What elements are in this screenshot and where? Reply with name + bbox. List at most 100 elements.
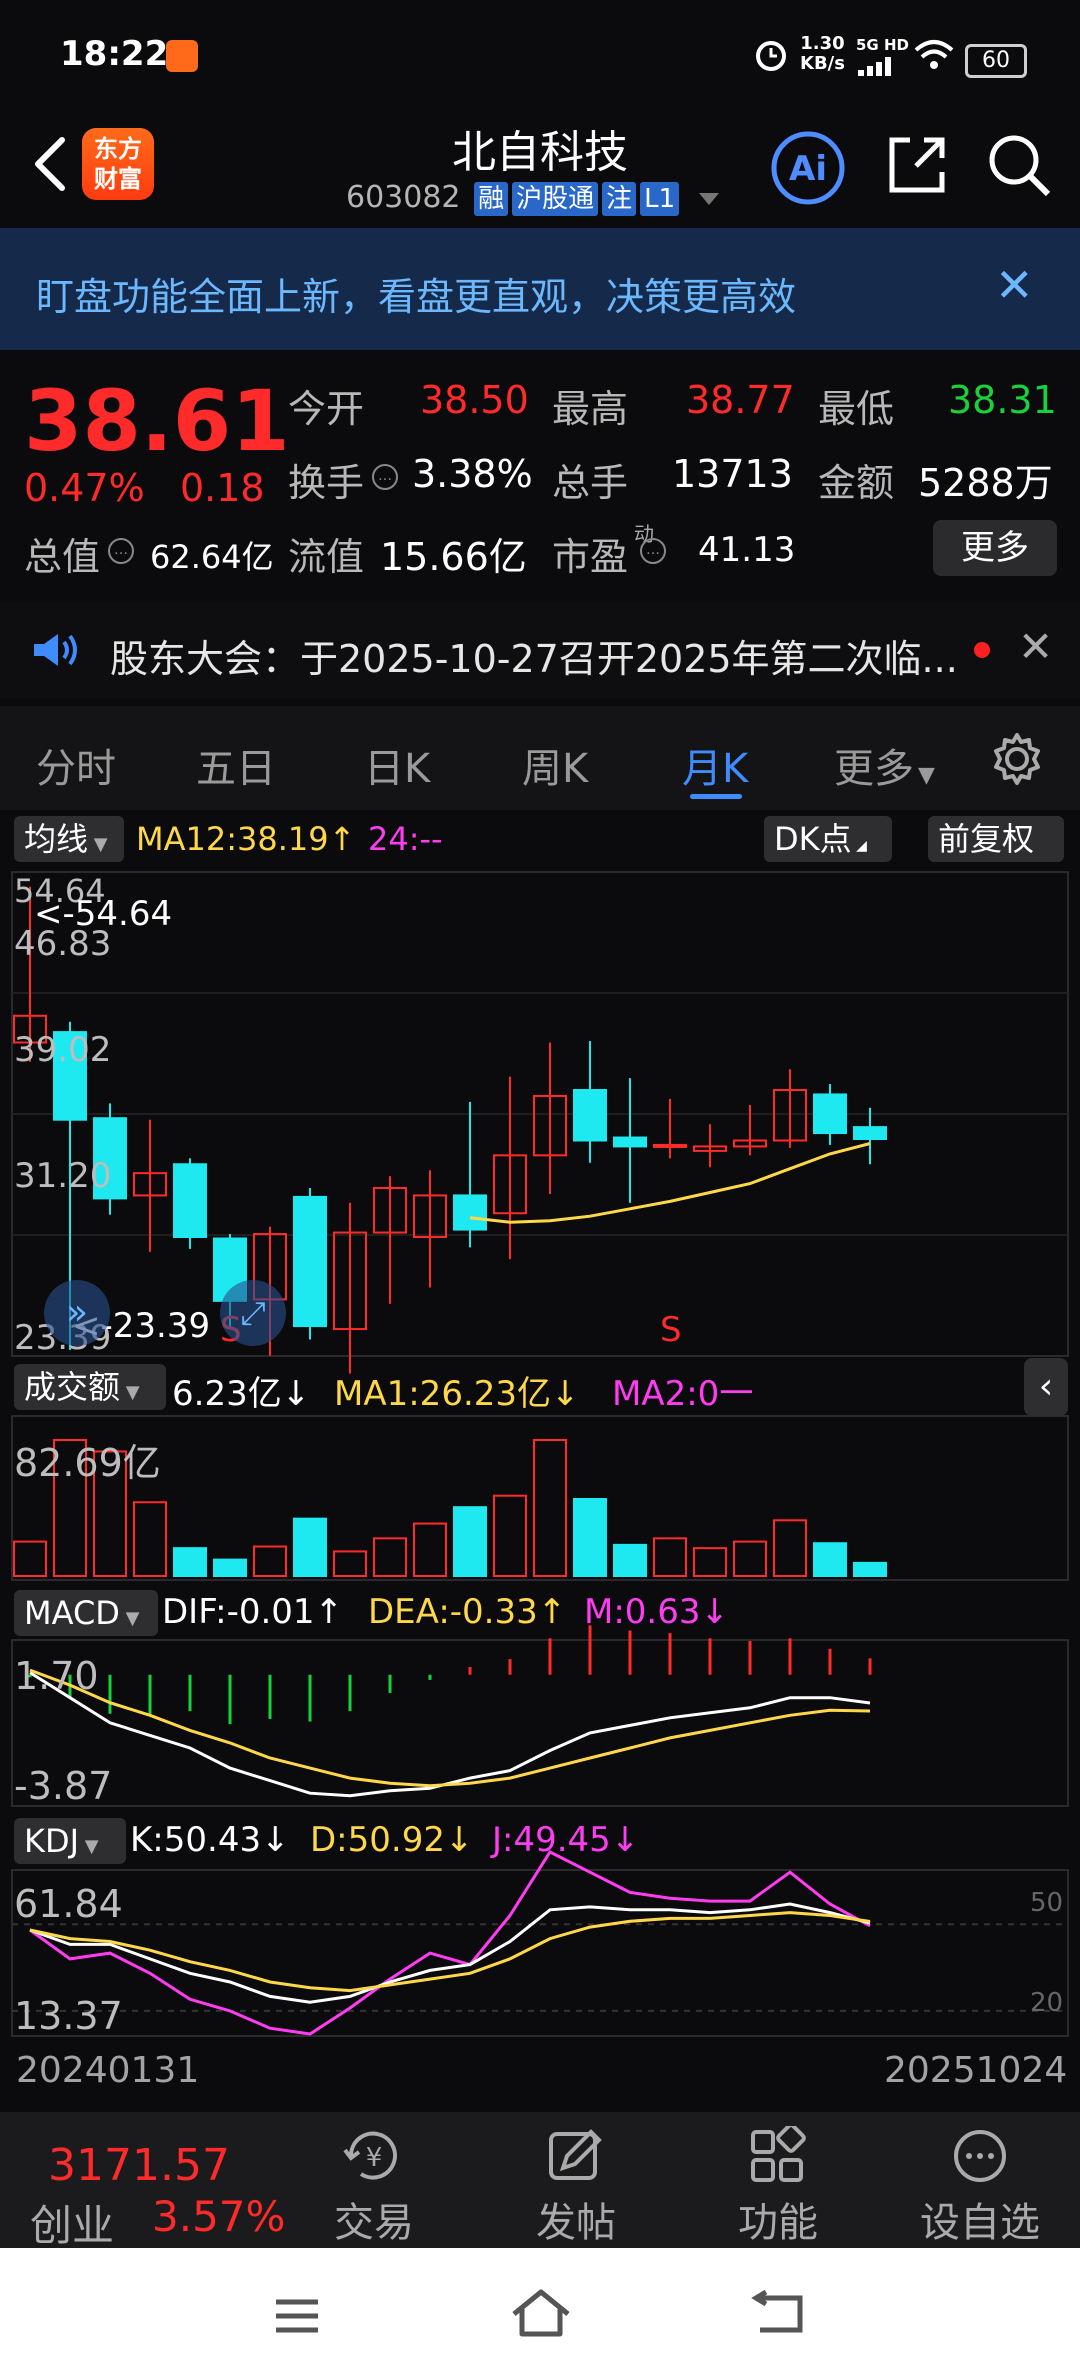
collapse-panel-icon[interactable]: ‹ <box>1024 1358 1068 1416</box>
tab-intraday[interactable]: 分时 <box>36 736 116 794</box>
kline-chart[interactable] <box>0 860 1080 2080</box>
index-ticker[interactable]: 3171.57 创业 3.57% <box>0 2112 290 2250</box>
status-time: 18:22 <box>60 34 169 74</box>
volume-bar <box>493 1494 527 1577</box>
volume-ma2: MA2:0一 <box>612 1374 754 1414</box>
fullscreen-icon[interactable]: ⤢ <box>220 1280 286 1346</box>
nav-watchlist[interactable]: 设自选 <box>880 2112 1080 2248</box>
candle-body <box>173 1163 207 1239</box>
kdj-j: J:49.45↓ <box>492 1820 640 1860</box>
share-icon[interactable] <box>884 132 950 198</box>
status-bar: 18:22 1.30 KB/s 5G HD 60 <box>0 0 1080 110</box>
tab-daily-k[interactable]: 日K <box>364 736 430 794</box>
system-nav-bar <box>0 2248 1080 2376</box>
search-icon[interactable] <box>986 132 1052 198</box>
macd-y-bottom: -3.87 <box>14 1764 113 1808</box>
wifi-icon <box>914 40 954 69</box>
unread-dot <box>974 642 990 658</box>
notification-app-icon <box>166 40 198 72</box>
nav-trade[interactable]: ¥ 交易 <box>274 2112 474 2248</box>
volume-y-max: 82.69亿 <box>14 1441 161 1485</box>
date-end: 20251024 <box>884 2050 1068 2091</box>
expand-left-icon[interactable]: » <box>44 1280 110 1346</box>
dk-point-toggle[interactable]: DK点 ◢ <box>764 816 892 862</box>
volume-bar <box>413 1522 447 1578</box>
volume-bar <box>133 1501 167 1578</box>
low-value: 38.31 <box>948 378 1057 422</box>
info-icon[interactable]: … <box>372 464 398 490</box>
more-button[interactable]: 更多 <box>933 520 1057 576</box>
turnover-label: 换手 <box>288 461 365 505</box>
candle-body <box>653 1143 687 1148</box>
svg-text:¥: ¥ <box>366 2143 383 2173</box>
macd-series <box>28 1625 872 1798</box>
tag-level: L1 <box>640 182 680 216</box>
stock-code-row[interactable]: 603082 融沪股通注 L1 <box>346 180 719 216</box>
mktcap-label: 总值 <box>24 535 101 579</box>
ai-assistant-icon[interactable]: Ai <box>770 130 846 206</box>
back-icon[interactable] <box>750 2290 806 2338</box>
mktcap-value: 62.64亿 <box>150 538 274 576</box>
macd-selector[interactable]: MACD ▼ <box>14 1590 158 1636</box>
tab-weekly-k[interactable]: 周K <box>522 736 588 794</box>
volume-bar <box>773 1519 807 1578</box>
change-amount: 0.18 <box>180 466 265 510</box>
menu-icon[interactable] <box>272 2296 322 2336</box>
nav-post[interactable]: 发帖 <box>476 2112 676 2248</box>
volume-bar <box>533 1439 567 1577</box>
ma-selector[interactable]: 均线 ▼ <box>14 816 124 862</box>
tab-five-day[interactable]: 五日 <box>196 736 276 794</box>
active-tab-indicator <box>690 794 742 799</box>
volume-bar <box>253 1545 287 1578</box>
kdj-ref-50: 50 <box>1030 1888 1064 1918</box>
promo-banner-text: 盯盘功能全面上新，看盘更直观，决策更高效 <box>36 275 797 319</box>
candle-body <box>813 1093 847 1135</box>
settings-gear-icon[interactable] <box>990 732 1044 786</box>
trade-icon: ¥ <box>343 2131 397 2180</box>
candle-body <box>293 1195 327 1328</box>
index-change: 3.57% <box>152 2192 286 2241</box>
float-value: 15.66亿 <box>380 535 527 579</box>
speaker-icon <box>34 634 77 666</box>
candle-body <box>573 1089 607 1142</box>
volume-bar <box>733 1540 767 1577</box>
candle-body <box>453 1194 487 1231</box>
more-dots-icon <box>954 2130 1006 2182</box>
tab-more[interactable]: 更多 ▼ <box>834 736 935 794</box>
close-icon[interactable]: ✕ <box>1018 622 1053 671</box>
edit-icon <box>549 2129 602 2180</box>
home-icon[interactable] <box>510 2288 572 2338</box>
y-tick-3: 39.02 <box>14 1030 112 1070</box>
pe-label: 市盈 <box>552 535 629 579</box>
volume-selector[interactable]: 成交额 ▼ <box>14 1364 166 1410</box>
volume-bar <box>333 1550 367 1578</box>
kdj-y-bottom: 13.37 <box>14 1994 123 2038</box>
info-icon[interactable]: … <box>640 538 666 564</box>
turnover-value: 3.38% <box>412 452 533 496</box>
volume-bar <box>293 1517 327 1577</box>
promo-banner[interactable]: 盯盘功能全面上新，看盘更直观，决策更高效 ✕ <box>0 228 1080 350</box>
volume-bar <box>693 1547 727 1578</box>
adjust-mode-button[interactable]: 前复权 <box>928 816 1064 862</box>
close-icon[interactable]: ✕ <box>995 258 1034 312</box>
kdj-selector[interactable]: KDJ ▼ <box>14 1818 126 1864</box>
tab-monthly-k[interactable]: 月K <box>682 736 748 794</box>
volume-bar <box>173 1547 207 1578</box>
tag-connect: 沪股通 <box>512 182 599 216</box>
battery-indicator: 60 <box>965 44 1027 78</box>
nav-features[interactable]: 功能 <box>678 2112 878 2248</box>
tag-margin: 融 <box>474 182 509 216</box>
chart-grid <box>11 871 1069 2037</box>
open-label: 今开 <box>288 387 365 431</box>
index-name: 创业 <box>30 2201 115 2250</box>
ma12-value: MA12:38.19↑ <box>136 820 356 858</box>
tag-note: 注 <box>602 182 637 216</box>
volume-ma1: MA1:26.23亿↓ <box>334 1374 580 1414</box>
volume-bar <box>613 1543 647 1578</box>
signal-s-marker: S <box>660 1310 682 1350</box>
ma24-value: 24:-- <box>368 820 443 858</box>
macd-m: M:0.63↓ <box>584 1592 729 1632</box>
high-value: 38.77 <box>686 378 795 422</box>
announcement-bar[interactable]: 股东大会：于2025-10-27召开2025年第二次临... ✕ <box>0 602 1080 698</box>
info-icon[interactable]: … <box>108 538 134 564</box>
